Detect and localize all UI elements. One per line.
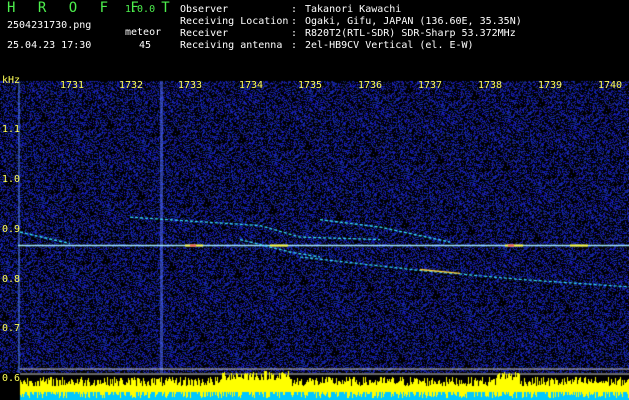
y-unit-label: kHz <box>2 75 21 86</box>
antenna-label: Receiving antenna <box>180 40 283 51</box>
antenna-value: 2el-HB9CV Vertical (el. E-W) <box>305 40 474 51</box>
location-value: Ogaki, Gifu, JAPAN (136.60E, 35.35N) <box>305 16 522 27</box>
x-tick-label: 1732 <box>119 80 144 91</box>
receiver-value: R820T2(RTL-SDR) SDR-Sharp 53.372MHz <box>305 28 516 39</box>
x-tick-label: 1734 <box>239 80 264 91</box>
y-tick-label: 0.7 <box>2 323 21 334</box>
receiver-colon: : <box>291 28 298 39</box>
y-tick-label: 1.0 <box>2 174 21 185</box>
x-tick-label: 1737 <box>418 80 443 91</box>
date-time: 25.04.23 17:30 <box>7 40 92 51</box>
app-version: 1.0.0 <box>125 4 156 15</box>
observer-label: Observer <box>180 4 229 15</box>
observer-colon: : <box>291 4 298 15</box>
y-tick-label: 1.1 <box>2 124 21 135</box>
x-tick-label: 1733 <box>178 80 203 91</box>
x-tick-label: 1740 <box>598 80 623 91</box>
x-tick-label: 1736 <box>358 80 383 91</box>
y-tick-label: 0.8 <box>2 274 21 285</box>
meteor-count: 45 <box>139 40 152 51</box>
file-name: 2504231730.png <box>7 20 92 31</box>
x-tick-label: 1731 <box>60 80 85 91</box>
meteor-label: meteor <box>125 27 162 38</box>
antenna-colon: : <box>291 40 298 51</box>
receiver-label: Receiver <box>180 28 229 39</box>
spectrogram-canvas <box>0 73 629 400</box>
observer-value: Takanori Kawachi <box>305 4 402 15</box>
y-tick-label: 0.9 <box>2 224 21 235</box>
x-tick-label: 1738 <box>478 80 503 91</box>
header-panel: H R O F F T 1.0.0 2504231730.png 25.04.2… <box>0 0 629 73</box>
location-label: Receiving Location <box>180 16 289 27</box>
location-colon: : <box>291 16 298 27</box>
y-tick-label: 0.6 <box>2 373 21 384</box>
x-tick-label: 1735 <box>298 80 323 91</box>
x-tick-label: 1739 <box>538 80 563 91</box>
